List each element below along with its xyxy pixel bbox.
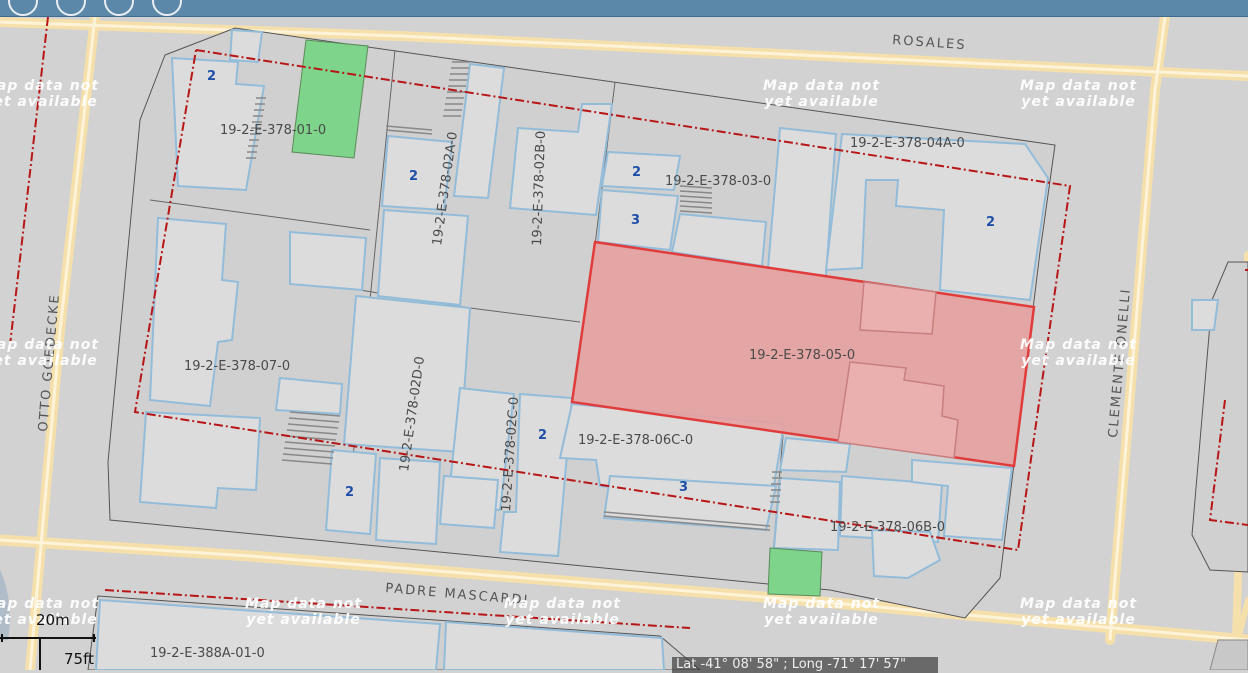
parcel-label-388a: 19-2-E-388A-01-0: [150, 646, 265, 661]
green-space-south[interactable]: [767, 547, 823, 597]
locate-button[interactable]: [152, 0, 182, 16]
parcel-label-01: 19-2-E-378-01-0: [220, 123, 326, 138]
scale-metric-label: 20m: [36, 611, 70, 629]
floor-count: 2: [345, 485, 354, 500]
parcel-label-03: 19-2-E-378-03-0: [665, 174, 771, 189]
scale-imperial-label: 75ft: [64, 650, 94, 668]
parcel-label-04a: 19-2-E-378-04A-0: [850, 136, 965, 151]
floor-count: 2: [632, 165, 641, 180]
floor-count: 3: [679, 480, 688, 495]
floor-count: 2: [207, 69, 216, 84]
watermark: Map data not yet available: [763, 596, 881, 628]
floor-count: 2: [538, 428, 547, 443]
floor-count: 2: [986, 215, 995, 230]
floor-count: 2: [409, 169, 418, 184]
parcel-label-05: 19-2-E-378-05-0: [749, 348, 855, 363]
watermark: Map data not yet available: [763, 78, 881, 110]
watermark: Map data not yet available: [245, 596, 363, 628]
watermark: Map data not yet available: [1020, 596, 1138, 628]
green-space-north[interactable]: [291, 39, 369, 159]
parcel-label-06b: 19-2-E-378-06B-0: [830, 520, 945, 535]
parcel-label-06c: 19-2-E-378-06C-0: [578, 433, 693, 448]
watermark: Map data not yet available: [1020, 337, 1138, 369]
home-button[interactable]: [104, 0, 134, 16]
floor-count: 3: [631, 213, 640, 228]
watermark: Map data not yet available: [1020, 78, 1138, 110]
watermark: Map data not yet available: [0, 78, 100, 110]
coordinate-readout: Lat -41° 08' 58" ; Long -71° 17' 57": [672, 657, 938, 673]
map-toolbar: [0, 0, 1248, 17]
watermark: Map data not yet available: [0, 337, 100, 369]
zoom-in-button[interactable]: [8, 0, 38, 16]
parcel-label-07: 19-2-E-378-07-0: [184, 359, 290, 374]
zoom-out-button[interactable]: [56, 0, 86, 16]
watermark: Map data not yet available: [504, 596, 622, 628]
